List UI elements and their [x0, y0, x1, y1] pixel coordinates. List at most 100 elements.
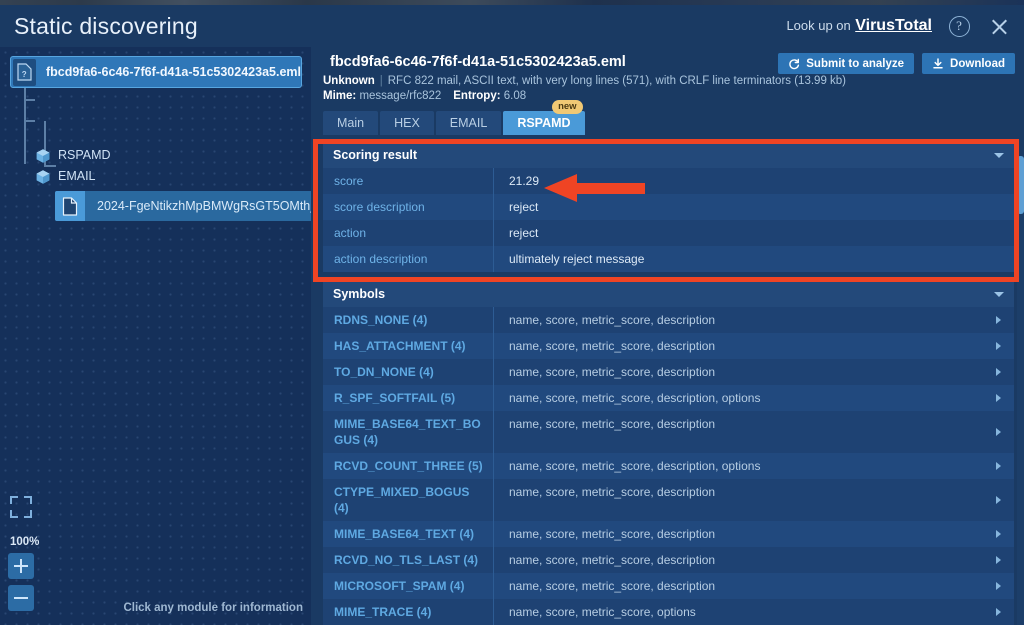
symbol-name: MIME_TRACE (4)	[323, 599, 494, 625]
close-button[interactable]	[986, 13, 1012, 39]
scoring-result-header[interactable]: Scoring result	[323, 142, 1014, 168]
tab-email-label: EMAIL	[450, 116, 488, 130]
table-row: score description reject	[323, 194, 1014, 220]
tree-node-rspamd[interactable]: RSPAMD	[35, 144, 111, 166]
symbol-row[interactable]: CTYPE_MIXED_BOGUS (4)name, score, metric…	[323, 479, 1014, 521]
module-cube-icon	[35, 169, 50, 184]
chevron-right-icon[interactable]	[990, 333, 1014, 359]
chevron-right-icon[interactable]	[990, 599, 1014, 625]
symbol-row[interactable]: MIME_TRACE (4)name, score, metric_score,…	[323, 599, 1014, 625]
symbol-row[interactable]: RCVD_NO_TLS_LAST (4)name, score, metric_…	[323, 547, 1014, 573]
file-meta-type: Unknown | RFC 822 mail, ASCII text, with v…	[323, 75, 1012, 87]
download-button[interactable]: Download	[922, 53, 1015, 74]
chevron-right-icon[interactable]	[990, 385, 1014, 411]
app-window: Static discovering Look up on VirusTotal…	[0, 0, 1024, 625]
tab-email[interactable]: EMAIL	[436, 111, 502, 135]
symbol-row[interactable]: RCVD_COUNT_THREE (5)name, score, metric_…	[323, 453, 1014, 479]
meta-separator: |	[380, 75, 383, 87]
mime-key: Mime:	[323, 90, 356, 102]
chevron-right-icon[interactable]	[990, 453, 1014, 479]
symbols-header[interactable]: Symbols	[323, 281, 1014, 307]
canvas-hint-text: Click any module for information	[123, 602, 303, 614]
symbol-row[interactable]: MIME_BASE64_TEXT (4)name, score, metric_…	[323, 521, 1014, 547]
unknown-file-icon: ?	[13, 59, 36, 86]
symbols-section: Symbols RDNS_NONE (4)name, score, metric…	[323, 281, 1014, 625]
panel-scrollbar-track[interactable]	[1017, 156, 1024, 625]
detail-panel: question-mark-icon fbcd9fa6-6c46-7f6f-d4…	[311, 47, 1024, 625]
chevron-right-icon[interactable]	[990, 547, 1014, 573]
module-cube-icon	[35, 148, 50, 163]
file-name: fbcd9fa6-6c46-7f6f-d41a-51c5302423a5.eml	[330, 54, 626, 70]
symbol-name: MIME_BASE64_TEXT_BOGUS (4)	[323, 411, 494, 453]
panel-scrollbar-thumb[interactable]	[1017, 156, 1024, 214]
download-label: Download	[950, 58, 1005, 70]
symbol-name: RCVD_NO_TLS_LAST (4)	[323, 547, 494, 573]
row-key: action	[323, 220, 494, 246]
chevron-right-icon[interactable]	[990, 411, 1014, 453]
close-icon	[990, 17, 1009, 36]
tree-connector	[24, 99, 35, 101]
chevron-down-icon[interactable]	[994, 153, 1004, 158]
file-type-label: Unknown	[323, 75, 375, 87]
zoom-out-button[interactable]	[8, 585, 34, 611]
table-row: action description ultimately reject mes…	[323, 246, 1014, 272]
symbol-name: MICROSOFT_SPAM (4)	[323, 573, 494, 599]
symbol-row[interactable]: HAS_ATTACHMENT (4)name, score, metric_sc…	[323, 333, 1014, 359]
submit-to-analyze-button[interactable]: Submit to analyze	[778, 53, 914, 74]
symbol-name: RDNS_NONE (4)	[323, 307, 494, 333]
symbol-fields: name, score, metric_score, description	[494, 547, 990, 573]
symbol-row[interactable]: RDNS_NONE (4)name, score, metric_score, …	[323, 307, 1014, 333]
virustotal-link[interactable]: VirusTotal	[855, 17, 932, 34]
help-circle-icon: ?	[949, 16, 970, 37]
symbol-row[interactable]: TO_DN_NONE (4)name, score, metric_score,…	[323, 359, 1014, 385]
symbol-row[interactable]: R_SPF_SOFTFAIL (5)name, score, metric_sc…	[323, 385, 1014, 411]
page-title: Static discovering	[14, 13, 198, 40]
symbol-fields: name, score, metric_score, description	[494, 333, 990, 359]
tree-connector	[24, 120, 35, 122]
row-key: score	[323, 168, 494, 194]
document-icon	[55, 191, 85, 221]
score-value: 21.29	[494, 174, 539, 188]
table-row: action reject	[323, 220, 1014, 246]
chevron-right-icon[interactable]	[990, 307, 1014, 333]
new-badge: new	[552, 100, 582, 114]
zoom-in-button[interactable]	[8, 553, 34, 579]
tree-canvas[interactable]: ? fbcd9fa6-6c46-7f6f-d41a-51c5302423a5.e…	[0, 47, 311, 625]
row-key: action description	[323, 246, 494, 272]
symbol-row[interactable]: MICROSOFT_SPAM (4)name, score, metric_sc…	[323, 573, 1014, 599]
tab-hex[interactable]: HEX	[380, 111, 434, 135]
chevron-right-icon[interactable]	[990, 359, 1014, 385]
symbol-fields: name, score, metric_score, description	[494, 359, 990, 385]
tree-node-attachment-label: 2024-FgeNtikzhMpBMWgRsGT5OMth_Xta	[97, 199, 311, 213]
submit-to-analyze-label: Submit to analyze	[806, 58, 904, 70]
chevron-right-icon[interactable]	[990, 479, 1014, 521]
file-action-buttons: Submit to analyze Download	[778, 53, 1015, 74]
tab-rspamd[interactable]: RSPAMD new	[503, 111, 584, 135]
tab-main[interactable]: Main	[323, 111, 378, 135]
chevron-right-icon[interactable]	[990, 521, 1014, 547]
download-icon	[932, 58, 944, 70]
fit-to-screen-icon[interactable]	[10, 496, 32, 518]
tree-node-root[interactable]: ? fbcd9fa6-6c46-7f6f-d41a-51c5302423a5.e…	[10, 56, 302, 88]
row-value: reject	[494, 200, 538, 214]
chevron-down-icon[interactable]	[994, 292, 1004, 297]
chevron-right-icon[interactable]	[990, 573, 1014, 599]
symbol-fields: name, score, metric_score, description, …	[494, 453, 990, 479]
scoring-result-table: score 21.29 score description reject act…	[323, 168, 1014, 272]
row-key: score description	[323, 194, 494, 220]
row-value: ultimately reject message	[494, 252, 644, 266]
lookup-label: Look up on	[786, 18, 850, 33]
file-description: RFC 822 mail, ASCII text, with very long…	[388, 75, 846, 87]
entropy-key: Entropy:	[453, 90, 500, 102]
mime-value: message/rfc822	[359, 90, 441, 102]
help-button[interactable]: ?	[946, 13, 972, 39]
tab-main-label: Main	[337, 116, 364, 130]
symbol-row[interactable]: MIME_BASE64_TEXT_BOGUS (4)name, score, m…	[323, 411, 1014, 453]
symbol-name: TO_DN_NONE (4)	[323, 359, 494, 385]
tree-node-email[interactable]: EMAIL	[35, 165, 96, 187]
tree-node-rspamd-label: RSPAMD	[58, 148, 111, 162]
symbol-fields: name, score, metric_score, description	[494, 521, 990, 547]
tree-node-attachment[interactable]: 2024-FgeNtikzhMpBMWgRsGT5OMth_Xta	[55, 191, 311, 221]
symbol-fields: name, score, metric_score, options	[494, 599, 990, 625]
header-actions: Look up on VirusTotal ?	[786, 13, 1024, 39]
